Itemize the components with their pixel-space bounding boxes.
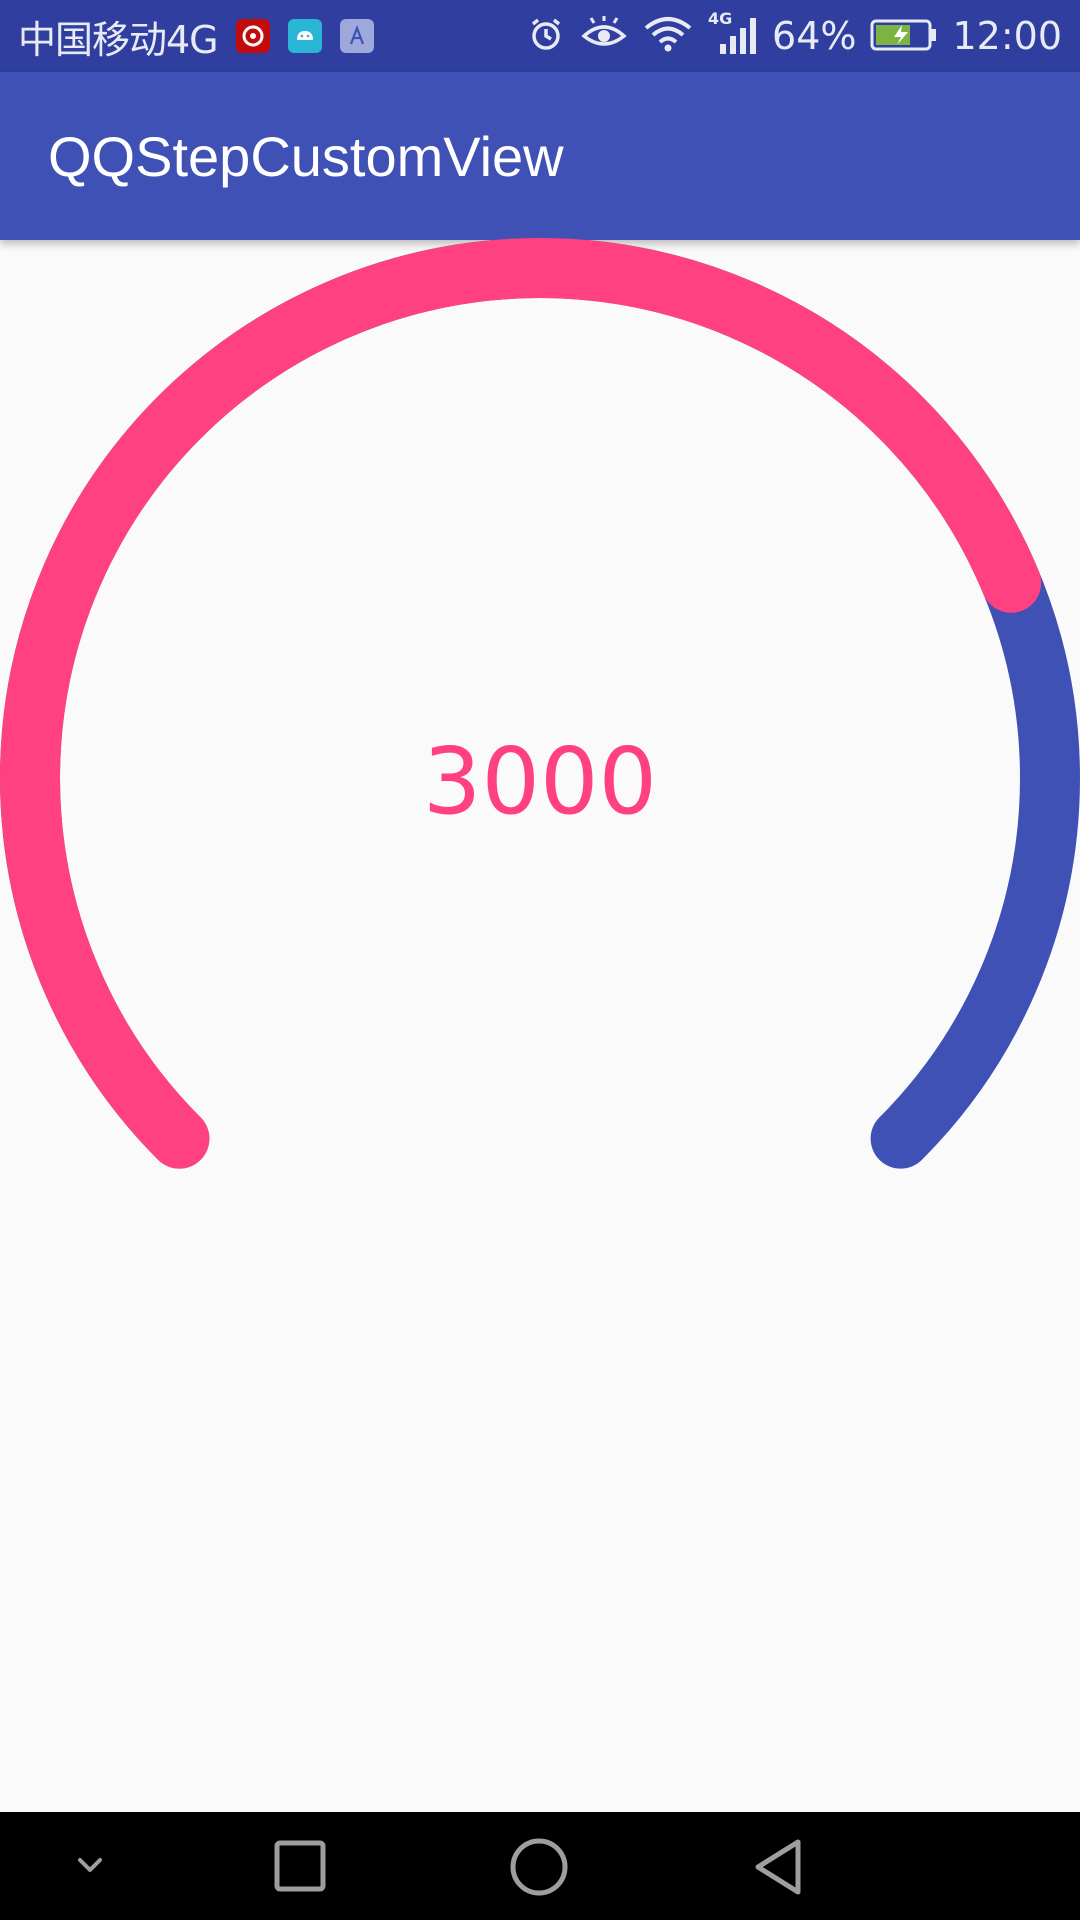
hide-keyboard-icon[interactable]: [70, 1848, 110, 1888]
recents-icon[interactable]: [272, 1838, 328, 1898]
navigation-bar: [0, 1812, 1080, 1920]
back-icon[interactable]: [750, 1836, 808, 1902]
step-gauge: [0, 237, 1080, 1169]
home-icon[interactable]: [508, 1836, 570, 1902]
progress-arc: [0, 237, 1042, 1169]
step-count: 3000: [422, 728, 658, 835]
